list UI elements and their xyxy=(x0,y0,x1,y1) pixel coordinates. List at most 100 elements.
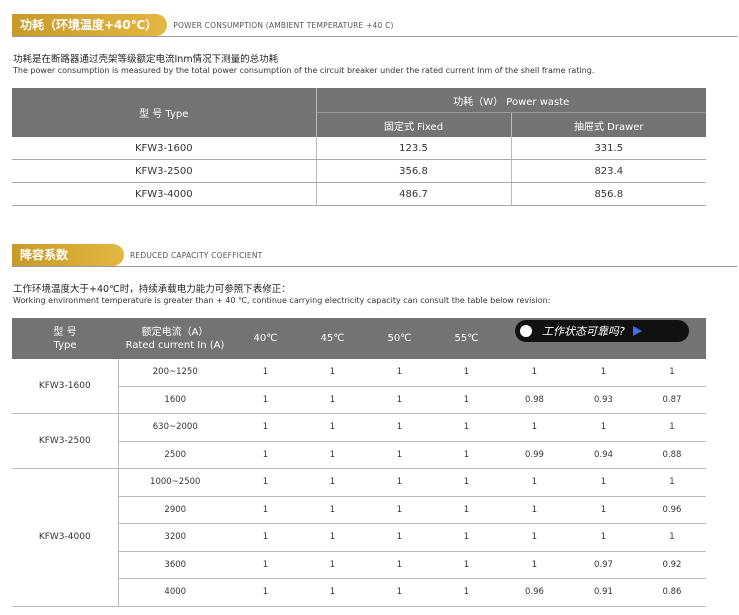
coefficient-cell: 1 xyxy=(433,496,500,524)
table-row: KFW3-2500 630~2000 1 1 1 1 1 1 1 xyxy=(12,413,706,469)
coefficient-cell: 1 xyxy=(366,468,433,497)
rated-current-cell: 2900 xyxy=(118,496,232,524)
rated-current-cell: 1600 xyxy=(118,386,232,414)
coefficient-cell: 1 xyxy=(366,386,433,414)
coefficient-cell: 1 xyxy=(232,441,299,469)
coefficient-cell: 1 xyxy=(638,359,706,387)
drawer-value-cell: 856.8 xyxy=(510,182,707,206)
rated-current-cell: 4000 xyxy=(118,578,232,607)
rated-current-cell: 200~1250 xyxy=(118,359,232,387)
coefficient-cell: 1 xyxy=(569,496,638,524)
derating-section-title: 降容系数 xyxy=(12,244,125,266)
coefficient-cell: 1 xyxy=(433,386,500,414)
derating-description-en: Working environment temperature is great… xyxy=(13,296,551,305)
coefficient-cell: 1 xyxy=(232,578,299,607)
model-cell: KFW3-4000 xyxy=(12,182,316,206)
coefficient-cell: 1 xyxy=(366,496,433,524)
play-triangle-icon xyxy=(632,326,642,336)
rated-current-cell: 3200 xyxy=(118,523,232,552)
table-row: KFW3-1600 200~1250 1 1 1 1 1 1 1 xyxy=(12,359,706,414)
type-header-cn: 型 号 xyxy=(53,326,77,338)
derating-section-header: 降容系数 REDUCED CAPACITY COEFFICIENT xyxy=(12,244,262,266)
coefficient-cell: 1 xyxy=(299,523,366,552)
coefficient-cell: 0.87 xyxy=(638,386,706,414)
rated-current-header: 额定电流（A） Rated current In (A) xyxy=(118,318,232,359)
coefficient-cell: 1 xyxy=(569,468,638,497)
coefficient-cell: 1 xyxy=(500,413,569,442)
temperature-header: 55℃ xyxy=(433,318,500,359)
fixed-value-cell: 486.7 xyxy=(315,182,511,206)
model-cell: KFW3-2500 xyxy=(12,159,316,183)
coefficient-cell: 0.86 xyxy=(638,578,706,607)
coefficient-cell: 1 xyxy=(500,523,569,552)
type-header-en: Type xyxy=(53,339,77,351)
coefficient-cell: 0.96 xyxy=(638,496,706,524)
coefficient-cell: 0.93 xyxy=(569,386,638,414)
coefficient-cell: 0.99 xyxy=(500,441,569,469)
rated-current-cell: 3600 xyxy=(118,551,232,579)
coefficient-cell: 1 xyxy=(232,551,299,579)
temperature-header: 40℃ xyxy=(232,318,299,359)
rated-current-cell: 630~2000 xyxy=(118,413,232,442)
coefficient-cell: 0.96 xyxy=(500,578,569,607)
coefficient-cell: 1 xyxy=(366,359,433,387)
status-question-text: 工作状态可靠吗? xyxy=(542,325,625,338)
coefficient-cell: 1 xyxy=(569,359,638,387)
temperature-header: 45℃ xyxy=(299,318,366,359)
coefficient-cell: 0.98 xyxy=(500,386,569,414)
coefficient-cell: 1 xyxy=(366,551,433,579)
coefficient-cell: 1 xyxy=(638,523,706,552)
fixed-header: 固定式 Fixed xyxy=(315,112,511,137)
status-question-pill[interactable]: 工作状态可靠吗? xyxy=(515,320,689,342)
coefficient-cell: 0.94 xyxy=(569,441,638,469)
coefficient-cell: 1 xyxy=(569,413,638,442)
derating-table: 型 号 Type 额定电流（A） Rated current In (A) 40… xyxy=(12,318,706,607)
rated-current-cell: 1000~2500 xyxy=(118,468,232,497)
record-dot-icon xyxy=(520,325,532,337)
coefficient-cell: 1 xyxy=(433,551,500,579)
derating-section-subtitle: REDUCED CAPACITY COEFFICIENT xyxy=(130,250,263,260)
coefficient-cell: 1 xyxy=(433,578,500,607)
drawer-value-cell: 823.4 xyxy=(510,159,707,183)
coefficient-cell: 1 xyxy=(299,386,366,414)
coefficient-cell: 1 xyxy=(232,523,299,552)
fixed-value-cell: 356.8 xyxy=(315,159,511,183)
coefficient-cell: 1 xyxy=(299,496,366,524)
model-cell: KFW3-2500 xyxy=(12,413,119,469)
coefficient-cell: 1 xyxy=(433,468,500,497)
power-section-title: 功耗（环境温度+40℃） xyxy=(12,14,168,36)
power-description-en: The power consumption is measured by the… xyxy=(13,66,595,75)
fixed-value-cell: 123.5 xyxy=(315,137,511,160)
coefficient-cell: 1 xyxy=(433,523,500,552)
model-cell: KFW3-1600 xyxy=(12,137,316,160)
temperature-header: 50℃ xyxy=(366,318,433,359)
drawer-header: 抽屉式 Drawer xyxy=(510,112,707,137)
coefficient-cell: 1 xyxy=(500,359,569,387)
coefficient-cell: 1 xyxy=(299,551,366,579)
coefficient-cell: 1 xyxy=(299,468,366,497)
coefficient-cell: 1 xyxy=(232,386,299,414)
model-cell: KFW3-1600 xyxy=(12,359,119,414)
power-waste-header: 功耗（W） Power waste xyxy=(315,88,707,113)
coefficient-cell: 1 xyxy=(638,468,706,497)
coefficient-cell: 0.97 xyxy=(569,551,638,579)
coefficient-cell: 0.88 xyxy=(638,441,706,469)
rated-current-header-cn: 额定电流（A） xyxy=(141,326,209,338)
coefficient-cell: 1 xyxy=(569,523,638,552)
coefficient-cell: 1 xyxy=(232,359,299,387)
coefficient-cell: 1 xyxy=(638,413,706,442)
type-header: 型 号 Type xyxy=(12,318,118,359)
coefficient-cell: 1 xyxy=(299,578,366,607)
coefficient-cell: 1 xyxy=(299,413,366,442)
power-description-cn: 功耗是在断路器通过壳架等级额定电流Inm情况下测量的总功耗 xyxy=(13,54,279,65)
coefficient-cell: 1 xyxy=(433,413,500,442)
coefficient-cell: 1 xyxy=(500,551,569,579)
coefficient-cell: 1 xyxy=(433,441,500,469)
rated-current-cell: 2500 xyxy=(118,441,232,469)
model-cell: KFW3-4000 xyxy=(12,468,119,607)
coefficient-cell: 1 xyxy=(433,359,500,387)
table-row: KFW3-2500 356.8 823.4 xyxy=(12,159,707,183)
coefficient-cell: 1 xyxy=(500,496,569,524)
table-row: KFW3-4000 1000~2500 1 1 1 1 1 1 1 xyxy=(12,468,706,607)
power-section-header: 功耗（环境温度+40℃） POWER CONSUMPTION (AMBIENT … xyxy=(12,14,394,36)
